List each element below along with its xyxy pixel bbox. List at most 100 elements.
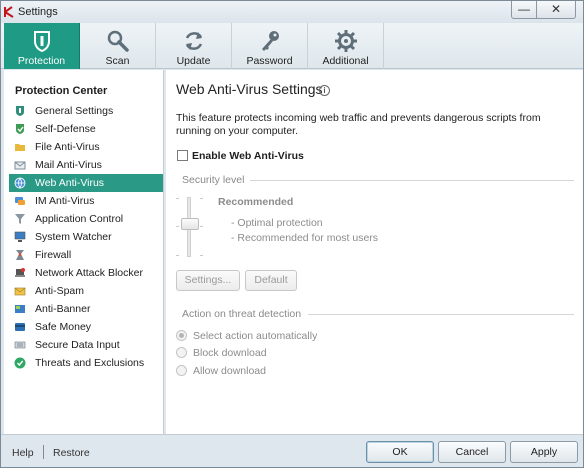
radio-label[interactable]: Allow download <box>193 365 266 377</box>
security-level-detail: - Optimal protection <box>231 217 323 229</box>
sidebar-item-label: System Watcher <box>35 231 112 243</box>
title-bar[interactable]: Settings — ✕ <box>1 1 583 23</box>
check-circle-icon <box>14 357 26 369</box>
tab-label: Password <box>246 55 293 67</box>
tab-label: Additional <box>322 55 369 67</box>
firewall-icon <box>16 250 24 260</box>
info-icon[interactable]: i <box>319 85 330 96</box>
feature-description: This feature protects incoming web traff… <box>176 112 541 137</box>
sidebar-item-im-anti-virus[interactable]: IM Anti-Virus <box>9 192 163 210</box>
tab-label: Update <box>176 55 211 67</box>
sidebar-item-mail-anti-virus[interactable]: Mail Anti-Virus <box>9 156 163 174</box>
ok-button[interactable]: OK <box>366 441 434 463</box>
sidebar-heading: Protection Center <box>15 85 108 97</box>
security-level-heading: Security level <box>182 174 245 186</box>
tab-additional[interactable]: Additional <box>308 23 384 69</box>
sidebar-item-label: Application Control <box>35 213 124 225</box>
gear-icon <box>335 30 357 52</box>
default-button[interactable]: Default <box>245 270 297 291</box>
footer-separator <box>43 445 44 459</box>
settings-button[interactable]: Settings... <box>176 270 240 291</box>
keyboard-icon <box>14 341 26 349</box>
radio-label[interactable]: Select action automatically <box>193 330 317 342</box>
magnifier-icon <box>107 30 129 52</box>
sidebar-item-general-settings[interactable]: General Settings <box>9 102 163 120</box>
security-level-slider-thumb[interactable] <box>181 218 199 230</box>
sidebar-item-label: Web Anti-Virus <box>35 177 105 189</box>
slider-tick <box>200 255 203 256</box>
web-anti-virus-settings-panel: Web Anti-Virus Settings i This feature p… <box>166 70 583 434</box>
network-blocker-icon <box>15 268 25 277</box>
page-title: Web Anti-Virus Settings <box>176 81 323 97</box>
tab-label: Scan <box>105 55 130 67</box>
radio-allow-download[interactable] <box>176 365 187 376</box>
settings-window: Settings — ✕ Protection Scan Update Pass… <box>0 0 584 468</box>
sidebar-item-anti-spam[interactable]: Anti-Spam <box>9 282 163 300</box>
sidebar-item-safe-money[interactable]: Safe Money <box>9 318 163 336</box>
radio-block-download[interactable] <box>176 347 187 358</box>
section-divider <box>250 180 574 181</box>
sidebar-item-self-defense[interactable]: Self-Defense <box>9 120 163 138</box>
close-button[interactable]: ✕ <box>536 1 576 19</box>
security-level-detail: - Recommended for most users <box>231 232 379 244</box>
self-defense-icon <box>16 124 24 134</box>
sidebar-item-label: Threats and Exclusions <box>35 357 145 369</box>
tab-scan[interactable]: Scan <box>80 23 156 69</box>
sidebar-item-label: Safe Money <box>35 321 92 333</box>
safe-money-icon <box>15 323 25 331</box>
sidebar-item-secure-data-input[interactable]: Secure Data Input <box>9 336 163 354</box>
sidebar-item-application-control[interactable]: Application Control <box>9 210 163 228</box>
help-link[interactable]: Help <box>12 447 34 459</box>
sidebar-item-label: Network Attack Blocker <box>35 267 143 279</box>
window-title: Settings <box>18 6 58 18</box>
globe-icon <box>14 177 26 189</box>
sidebar-item-file-anti-virus[interactable]: File Anti-Virus <box>9 138 163 156</box>
anti-banner-icon <box>15 305 25 313</box>
tab-label: Protection <box>17 55 66 67</box>
sidebar-item-firewall[interactable]: Firewall <box>9 246 163 264</box>
monitor-icon <box>14 231 26 242</box>
apply-button[interactable]: Apply <box>510 441 578 463</box>
enable-web-anti-virus-label[interactable]: Enable Web Anti-Virus <box>192 150 304 162</box>
slider-tick <box>176 198 179 199</box>
tab-password[interactable]: Password <box>232 23 308 69</box>
tab-protection[interactable]: Protection <box>4 23 80 69</box>
slider-tick <box>200 226 203 227</box>
enable-web-anti-virus-checkbox[interactable] <box>177 150 188 161</box>
shield-icon <box>34 31 50 53</box>
sidebar-item-label: Mail Anti-Virus <box>35 159 102 171</box>
sidebar-item-anti-banner[interactable]: Anti-Banner <box>9 300 163 318</box>
sidebar-item-threats-and-exclusions[interactable]: Threats and Exclusions <box>9 354 163 372</box>
section-divider <box>308 314 574 315</box>
refresh-icon <box>185 32 203 50</box>
general-settings-icon <box>16 106 24 116</box>
slider-tick <box>200 198 203 199</box>
sidebar-item-label: Secure Data Input <box>35 339 120 351</box>
restore-link[interactable]: Restore <box>53 447 90 459</box>
app-logo-icon <box>4 6 14 18</box>
main-toolbar: Protection Scan Update Password Addition… <box>1 23 583 69</box>
slider-tick <box>176 226 179 227</box>
funnel-icon <box>15 214 25 224</box>
minimize-button[interactable]: — <box>511 1 537 19</box>
radio-select-action-automatically[interactable] <box>176 330 187 341</box>
sidebar-item-network-attack-blocker[interactable]: Network Attack Blocker <box>9 264 163 282</box>
cancel-button[interactable]: Cancel <box>438 441 506 463</box>
slider-tick <box>176 255 179 256</box>
sidebar-item-label: Anti-Banner <box>35 303 91 315</box>
sidebar-item-system-watcher[interactable]: System Watcher <box>9 228 163 246</box>
folder-icon <box>15 144 25 151</box>
sidebar-item-label: IM Anti-Virus <box>35 195 95 207</box>
sidebar-item-label: Self-Defense <box>35 123 96 135</box>
key-icon <box>262 31 279 51</box>
sidebar-item-label: General Settings <box>35 105 114 117</box>
envelope-icon <box>14 161 26 170</box>
radio-label[interactable]: Block download <box>193 347 267 359</box>
sidebar-item-web-anti-virus[interactable]: Web Anti-Virus <box>9 174 163 192</box>
protection-center-sidebar: Protection Center General Settings Self-… <box>4 70 164 434</box>
chat-icon <box>15 197 25 205</box>
tab-update[interactable]: Update <box>156 23 232 69</box>
sidebar-item-label: Firewall <box>35 249 72 261</box>
sidebar-item-label: Anti-Spam <box>35 285 85 297</box>
security-level-name: Recommended <box>218 196 294 208</box>
